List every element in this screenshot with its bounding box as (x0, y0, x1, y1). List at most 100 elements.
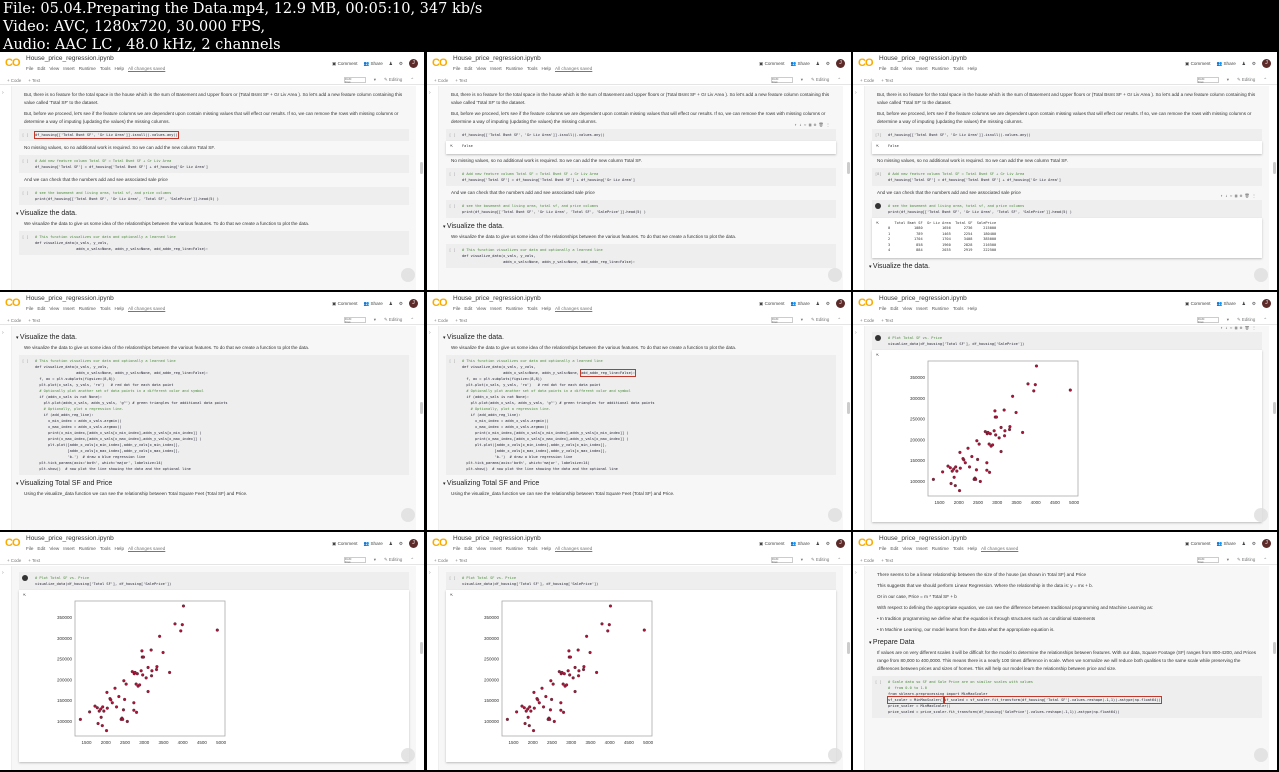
add-text-button[interactable]: + Text (881, 78, 893, 83)
run-cell-button[interactable] (875, 202, 881, 209)
notebook-title[interactable]: House_price_regression.ipynb (879, 535, 967, 542)
menu-runtime[interactable]: Runtime (506, 306, 523, 311)
add-code-button[interactable]: + Code (434, 558, 448, 563)
editing-button[interactable]: ✎ Editing (1237, 77, 1255, 83)
scrollbar[interactable] (1273, 642, 1276, 654)
menu-view[interactable]: View (476, 546, 486, 551)
notebook-title[interactable]: House_price_regression.ipynb (453, 295, 541, 302)
code-cell[interactable]: [8] # Add new feature column Total SF = T… (872, 167, 1262, 186)
menu-insert[interactable]: Insert (916, 546, 928, 551)
avatar[interactable]: J (1262, 59, 1271, 68)
gear-icon[interactable]: ⚙ (399, 61, 403, 67)
menu-help[interactable]: Help (968, 306, 977, 311)
cell-prompt[interactable]: [ ] (449, 247, 456, 253)
menu-edit[interactable]: Edit (37, 546, 45, 551)
share-button[interactable]: 👥 Share (1216, 301, 1235, 307)
code-cell[interactable]: [ ] # see the basement and living area, t… (446, 199, 836, 218)
menu-edit[interactable]: Edit (37, 66, 45, 71)
menu-insert[interactable]: Insert (63, 306, 75, 311)
share-button[interactable]: 👥 Share (363, 301, 382, 307)
output-icon[interactable]: ⇱ (23, 592, 26, 599)
gear-icon[interactable]: ⚙ (399, 541, 403, 547)
menu-insert[interactable]: Insert (916, 66, 928, 71)
menu-runtime[interactable]: Runtime (79, 306, 96, 311)
add-code-button[interactable]: + Code (434, 78, 448, 83)
cell-toolbar-icons[interactable]: ↑ ↓ ⇔ ▣ ⚙ 🗑 ⋮ (1220, 326, 1256, 331)
menu-edit[interactable]: Edit (890, 306, 898, 311)
menu-tools[interactable]: Tools (527, 66, 538, 71)
scrollbar[interactable] (1273, 402, 1276, 414)
menu-tools[interactable]: Tools (527, 546, 538, 551)
cell-prompt[interactable]: [ ] (22, 158, 29, 164)
menu-runtime[interactable]: Runtime (932, 306, 949, 311)
add-code-button[interactable]: + Code (434, 318, 448, 323)
avatar[interactable]: J (409, 539, 418, 548)
collapse-header-icon[interactable]: ⌃ (1263, 77, 1267, 83)
sidebar-toggle-icon[interactable]: › (429, 570, 431, 576)
add-text-button[interactable]: + Text (28, 318, 40, 323)
menu-tools[interactable]: Tools (953, 546, 964, 551)
collapse-header-icon[interactable]: ⌃ (837, 77, 841, 83)
cell-prompt[interactable]: [ ] (449, 575, 456, 581)
avatar[interactable]: J (836, 59, 845, 68)
code-cell[interactable]: [ ] # Scale data so SF and Sale Price are… (872, 676, 1262, 718)
comment-button[interactable]: ▣ Comment (759, 541, 785, 547)
editing-button[interactable]: ✎ Editing (384, 77, 402, 83)
menu-insert[interactable]: Insert (490, 546, 502, 551)
menu-file[interactable]: File (26, 546, 33, 551)
output-icon[interactable]: ⇱ (450, 143, 453, 150)
editing-button[interactable]: ✎ Editing (811, 317, 829, 323)
comment-button[interactable]: ▣ Comment (332, 61, 358, 67)
add-text-button[interactable]: + Text (455, 78, 467, 83)
chevron-down-icon[interactable]: ▾ (801, 77, 803, 83)
colab-logo[interactable]: CO (858, 537, 873, 549)
collapse-header-icon[interactable]: ⌃ (1263, 557, 1267, 563)
section-heading[interactable]: Visualize the data. (16, 210, 412, 217)
editing-button[interactable]: ✎ Editing (384, 317, 402, 323)
comment-button[interactable]: ▣ Comment (759, 301, 785, 307)
person-icon[interactable]: ♟ (389, 61, 393, 67)
add-code-button[interactable]: + Code (860, 78, 874, 83)
menu-help[interactable]: Help (115, 66, 124, 71)
comment-button[interactable]: ▣ Comment (759, 61, 785, 67)
menu-edit[interactable]: Edit (890, 546, 898, 551)
output-icon[interactable]: ⇱ (876, 220, 879, 227)
ram-disk-indicator[interactable]: RAM Disk (770, 77, 793, 84)
cell-prompt[interactable]: [7] (875, 132, 882, 138)
ram-disk-indicator[interactable]: RAM Disk (770, 317, 793, 324)
floating-action-button[interactable] (1254, 508, 1268, 522)
code-cell[interactable]: ↑ ↓ ⇔ ▣ ⚙ 🗑 ⋮ # see the basement and livi… (872, 193, 1262, 218)
cell-prompt[interactable]: [ ] (875, 679, 882, 685)
add-text-button[interactable]: + Text (455, 558, 467, 563)
save-status[interactable]: All changes saved (555, 546, 592, 551)
ram-disk-indicator[interactable]: RAM Disk (343, 317, 366, 324)
ram-disk-indicator[interactable]: RAM Disk (770, 557, 793, 564)
sidebar-toggle-icon[interactable]: › (855, 330, 857, 336)
menu-view[interactable]: View (49, 66, 59, 71)
cell-prompt[interactable]: [ ] (22, 234, 29, 240)
output-icon[interactable]: ⇱ (876, 143, 879, 150)
gear-icon[interactable]: ⚙ (826, 301, 830, 307)
menu-file[interactable]: File (26, 66, 33, 71)
section-heading[interactable]: Visualize the data. (16, 334, 412, 341)
sidebar-toggle-icon[interactable]: › (855, 90, 857, 96)
collapse-header-icon[interactable]: ⌃ (410, 77, 414, 83)
menu-file[interactable]: File (879, 306, 886, 311)
add-text-button[interactable]: + Text (455, 318, 467, 323)
code-cell[interactable]: [ ] # This function visualizes our data a… (19, 231, 409, 255)
collapse-header-icon[interactable]: ⌃ (1263, 317, 1267, 323)
menu-insert[interactable]: Insert (916, 306, 928, 311)
menu-help[interactable]: Help (115, 546, 124, 551)
colab-logo[interactable]: CO (432, 537, 447, 549)
floating-action-button[interactable] (1254, 748, 1268, 762)
chevron-down-icon[interactable]: ▾ (801, 557, 803, 563)
menu-tools[interactable]: Tools (953, 66, 964, 71)
add-code-button[interactable]: + Code (7, 78, 21, 83)
sidebar-toggle-icon[interactable]: › (2, 330, 4, 336)
menu-file[interactable]: File (879, 66, 886, 71)
comment-button[interactable]: ▣ Comment (1185, 301, 1211, 307)
editing-button[interactable]: ✎ Editing (1237, 317, 1255, 323)
cell-prompt[interactable]: [ ] (449, 203, 456, 209)
comment-button[interactable]: ▣ Comment (332, 541, 358, 547)
gear-icon[interactable]: ⚙ (826, 61, 830, 67)
